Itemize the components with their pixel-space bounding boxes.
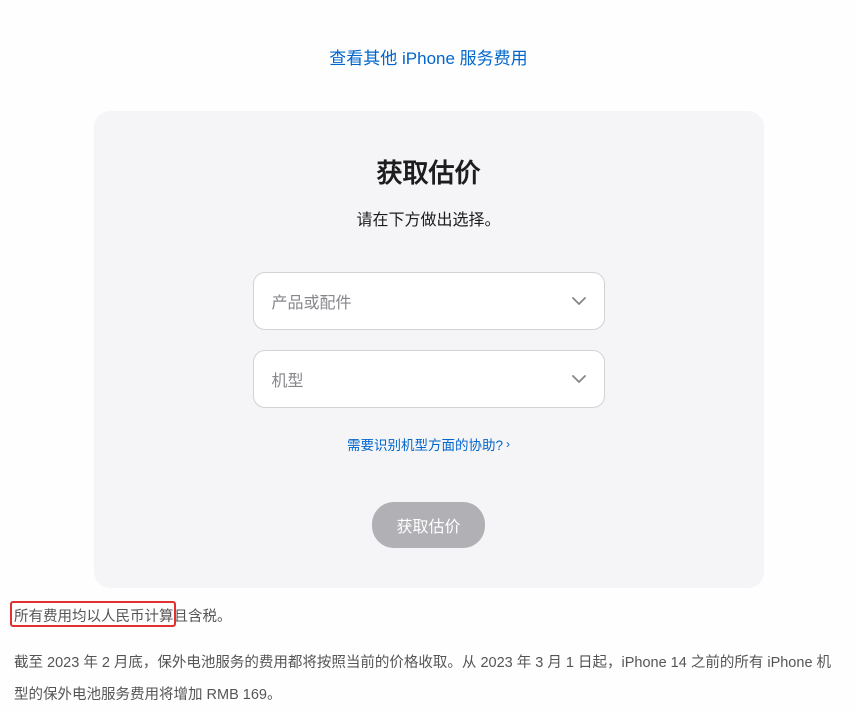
help-link-text: 需要识别机型方面的协助? <box>347 434 503 454</box>
model-select[interactable]: 机型 <box>253 350 605 408</box>
top-link-wrapper: 查看其他 iPhone 服务费用 <box>10 0 847 99</box>
model-select-wrapper: 机型 <box>253 350 605 408</box>
product-select-wrapper: 产品或配件 <box>253 272 605 330</box>
chevron-down-icon <box>572 372 586 386</box>
footer-line-1: 所有费用均以人民币计算且含税。 <box>14 602 843 634</box>
footer-line-2: 截至 2023 年 2 月底，保外电池服务的费用都将按照当前的价格收取。从 20… <box>14 648 843 712</box>
card-title: 获取估价 <box>134 153 724 190</box>
product-select[interactable]: 产品或配件 <box>253 272 605 330</box>
other-services-link[interactable]: 查看其他 iPhone 服务费用 <box>329 49 527 68</box>
chevron-down-icon <box>572 294 586 308</box>
get-estimate-button[interactable]: 获取估价 <box>372 502 484 548</box>
chevron-right-icon: › <box>506 437 510 451</box>
product-select-placeholder: 产品或配件 <box>272 289 352 313</box>
estimate-card: 获取估价 请在下方做出选择。 产品或配件 机型 需要识别机型方面的协助? › <box>94 111 764 588</box>
card-subtitle: 请在下方做出选择。 <box>134 206 724 230</box>
model-select-placeholder: 机型 <box>272 367 304 391</box>
identify-model-help-link[interactable]: 需要识别机型方面的协助? › <box>347 434 510 454</box>
footer-text: 所有费用均以人民币计算且含税。 截至 2023 年 2 月底，保外电池服务的费用… <box>10 602 847 712</box>
